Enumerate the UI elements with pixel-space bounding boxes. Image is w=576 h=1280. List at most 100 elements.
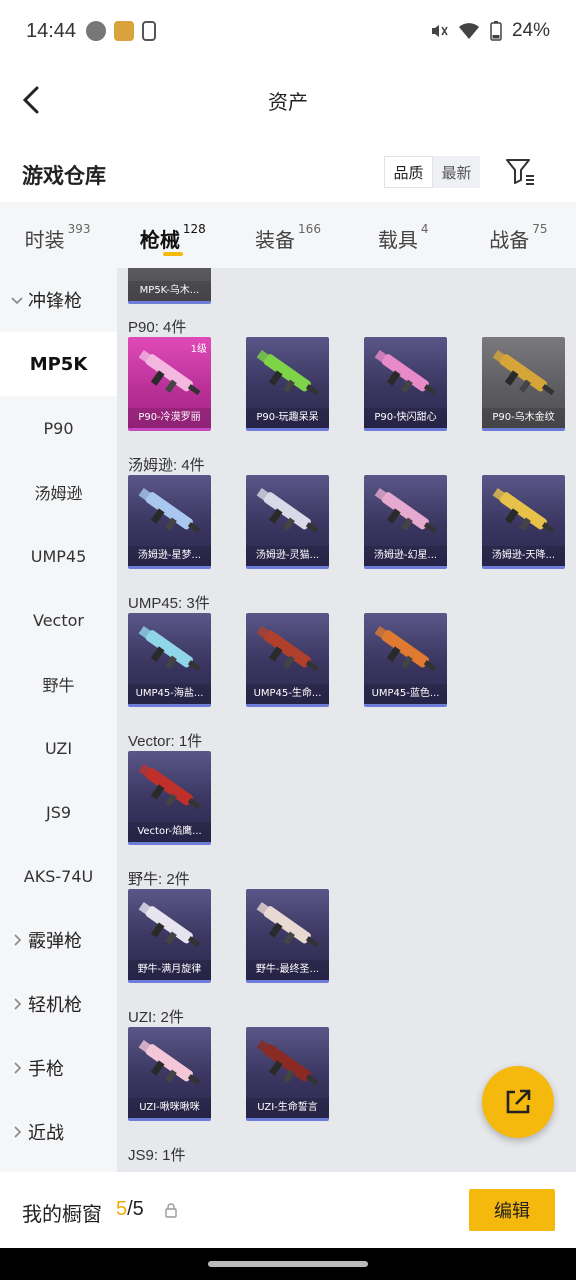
sidebar-item[interactable]: AKS-74U bbox=[0, 844, 117, 908]
weapon-card[interactable]: UMP45-蓝色... bbox=[364, 613, 447, 707]
tab-equipment[interactable]: 装备 166 bbox=[230, 202, 345, 268]
warehouse-title: 游戏仓库 bbox=[22, 164, 106, 188]
tab-count: 166 bbox=[298, 222, 321, 236]
weapon-card-name: 野牛-满月旋律 bbox=[128, 960, 211, 980]
tab-vehicles[interactable]: 载具 4 bbox=[346, 202, 461, 268]
back-arrow-icon[interactable] bbox=[14, 80, 54, 120]
weapon-skin-icon bbox=[256, 626, 319, 672]
weapon-level-badge: 1级 bbox=[190, 344, 207, 355]
phone-icon bbox=[142, 21, 157, 41]
sidebar-item[interactable]: MP5K bbox=[0, 332, 117, 396]
sidebar-item[interactable]: JS9 bbox=[0, 780, 117, 844]
tab-label: 战备 bbox=[489, 228, 530, 252]
weapon-card[interactable]: 1级 P90-冷漠罗丽 bbox=[128, 337, 211, 431]
weapon-card-name: P90-玩趣呆呆 bbox=[246, 408, 329, 428]
weapon-card-name: UMP45-海盐... bbox=[128, 684, 211, 704]
weapon-skin-icon bbox=[492, 350, 555, 396]
weapon-skin-icon bbox=[374, 350, 437, 396]
group-label: 野牛: 2件 bbox=[128, 871, 190, 888]
group-label: UZI: 2件 bbox=[128, 1009, 184, 1026]
sidebar-item-label: 霰弹枪 bbox=[28, 931, 82, 952]
weapon-card[interactable]: Vector-焰鹰... bbox=[128, 751, 211, 845]
weapon-skin-icon bbox=[374, 488, 437, 534]
weapon-card-name: UZI-啾咪啾咪 bbox=[128, 1098, 211, 1118]
sidebar-item[interactable]: 汤姆逊 bbox=[0, 460, 117, 524]
chevron-right-icon bbox=[14, 998, 22, 1010]
sidebar-item-label: 汤姆逊 bbox=[34, 484, 83, 503]
home-gesture-handle[interactable] bbox=[208, 1261, 368, 1267]
warehouse-toolbar: 游戏仓库 品质 最新 bbox=[0, 150, 576, 196]
group-label: Vector: 1件 bbox=[128, 733, 203, 750]
group-label: UMP45: 3件 bbox=[128, 595, 210, 612]
weapon-card[interactable]: UMP45-海盐... bbox=[128, 613, 211, 707]
sort-by-quality[interactable]: 品质 bbox=[384, 156, 433, 188]
header: 资产 bbox=[0, 62, 576, 138]
weapon-card[interactable]: 汤姆逊-星梦... bbox=[128, 475, 211, 569]
weapon-skin-icon bbox=[256, 902, 319, 948]
filter-icon[interactable] bbox=[504, 156, 536, 188]
sidebar-item[interactable]: UZI bbox=[0, 716, 117, 780]
weapon-card[interactable]: UZI-生命誓言 bbox=[246, 1027, 329, 1121]
sidebar-category[interactable]: 轻机枪 bbox=[0, 972, 117, 1036]
weapon-skin-icon bbox=[138, 1040, 201, 1086]
weapon-card-name: UMP45-生命... bbox=[246, 684, 329, 704]
weapon-skin-icon bbox=[492, 488, 555, 534]
sidebar-category[interactable]: 霰弹枪 bbox=[0, 908, 117, 972]
sidebar-item-label: 轻机枪 bbox=[28, 995, 82, 1016]
battery-percent: 24% bbox=[511, 20, 550, 41]
sidebar-item[interactable]: 野牛 bbox=[0, 652, 117, 716]
sidebar-category[interactable]: 近战 bbox=[0, 1100, 117, 1164]
sidebar-item[interactable]: P90 bbox=[0, 396, 117, 460]
tab-count: 128 bbox=[182, 222, 206, 236]
tab-tactical[interactable]: 战备 75 bbox=[461, 202, 576, 268]
sidebar-category[interactable]: 冲锋枪 bbox=[0, 268, 117, 332]
group-label: P90: 4件 bbox=[128, 319, 187, 336]
sidebar-item[interactable]: UMP45 bbox=[0, 524, 117, 588]
status-bar: 14:44 24% bbox=[0, 0, 576, 62]
sort-toggle: 品质 最新 bbox=[384, 156, 480, 188]
status-time: 14:44 bbox=[26, 19, 77, 42]
sidebar-item[interactable]: Vector bbox=[0, 588, 117, 652]
weapon-card-name: P90-冷漠罗丽 bbox=[128, 408, 211, 428]
sidebar-category[interactable]: 手枪 bbox=[0, 1036, 117, 1100]
sort-by-newest[interactable]: 最新 bbox=[433, 156, 480, 188]
weapon-card-name: UZI-生命誓言 bbox=[246, 1098, 329, 1118]
tab-label: 枪械 bbox=[139, 228, 180, 252]
tab-count: 4 bbox=[420, 222, 429, 236]
sidebar-item-label: Vector bbox=[33, 610, 84, 630]
weapon-card[interactable]: 野牛-满月旋律 bbox=[128, 889, 211, 983]
showcase-label: 我的橱窗 bbox=[22, 1202, 102, 1226]
tab-firearms[interactable]: 枪械 128 bbox=[115, 202, 230, 268]
showcase-current: 5 bbox=[116, 1198, 128, 1220]
share-button[interactable] bbox=[482, 1066, 554, 1138]
sidebar-item-label: AKS-74U bbox=[23, 866, 94, 886]
weapon-card[interactable]: P90-乌木金纹 bbox=[482, 337, 565, 431]
weapon-card[interactable]: 汤姆逊-灵猫... bbox=[246, 475, 329, 569]
weapon-card[interactable]: P90-玩趣呆呆 bbox=[246, 337, 329, 431]
weapon-card[interactable]: UZI-啾咪啾咪 bbox=[128, 1027, 211, 1121]
sidebar-item-label: UZI bbox=[44, 738, 73, 758]
edit-button[interactable]: 编辑 bbox=[469, 1189, 555, 1231]
weapon-card-name: P90-乌木金纹 bbox=[482, 408, 565, 428]
wechat-icon bbox=[86, 21, 107, 41]
battery-icon bbox=[490, 21, 502, 41]
sidebar-item-label: P90 bbox=[43, 418, 74, 438]
tab-count: 75 bbox=[532, 222, 548, 236]
tab-outfits[interactable]: 时装 393 bbox=[0, 202, 115, 268]
chevron-down-icon bbox=[11, 297, 23, 305]
tab-label: 载具 bbox=[377, 228, 418, 252]
tab-label: 时装 bbox=[24, 228, 65, 252]
weapon-card-name: P90-快闪甜心 bbox=[364, 408, 447, 428]
weapon-card-name: 汤姆逊-天降... bbox=[482, 546, 565, 566]
weapon-card[interactable]: P90-快闪甜心 bbox=[364, 337, 447, 431]
weapon-card-name: UMP45-蓝色... bbox=[364, 684, 447, 704]
weapon-card[interactable]: 汤姆逊-天降... bbox=[482, 475, 565, 569]
weapon-card[interactable]: 野牛-最终圣... bbox=[246, 889, 329, 983]
sidebar-item-label: MP5K bbox=[29, 353, 88, 375]
sidebar-item-label: UMP45 bbox=[30, 546, 87, 566]
chevron-right-icon bbox=[14, 934, 22, 946]
weapon-card[interactable]: 汤姆逊-幻星... bbox=[364, 475, 447, 569]
weapon-skin-icon bbox=[256, 350, 319, 396]
weapon-card[interactable]: UMP45-生命... bbox=[246, 613, 329, 707]
weapon-card[interactable]: MP5K-乌木... bbox=[128, 268, 211, 304]
